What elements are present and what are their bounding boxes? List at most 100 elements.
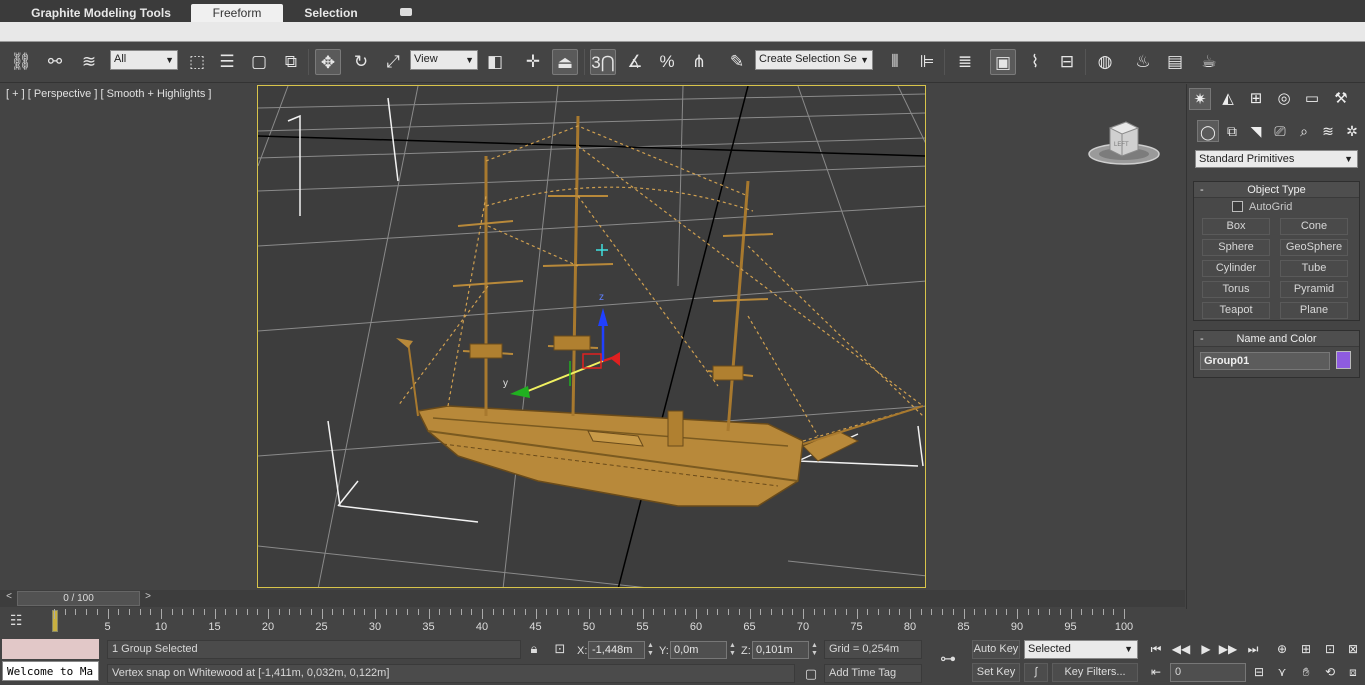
orbit-icon[interactable]: ⟲ [1320,662,1340,682]
autogrid-checkbox[interactable]: AutoGrid [1232,201,1292,213]
time-slider-prev-button[interactable]: < [2,591,16,606]
viewport-label[interactable]: [ + ] [ Perspective ] [ Smooth + Highlig… [6,88,211,100]
time-tag-icon[interactable]: ▢ [803,666,819,682]
render-production-icon[interactable]: ☕ [1196,49,1222,75]
current-frame-field[interactable]: 0 [1170,663,1246,682]
select-and-rotate-icon[interactable]: ↻ [348,49,374,75]
snaps-toggle-icon[interactable]: 3⋂ [590,49,616,75]
align-icon[interactable]: ⊫ [914,49,940,75]
space-warps-icon[interactable]: ≋ [1317,120,1339,142]
x-spinner[interactable]: ▲ ▼ [647,642,655,658]
absolute-mode-icon[interactable]: ⊡ [552,641,568,657]
z-spinner[interactable]: ▲ ▼ [811,642,819,658]
selection-filter-dropdown[interactable]: All ▼ [110,50,178,70]
y-spinner[interactable]: ▲ ▼ [729,642,737,658]
motion-tab-icon[interactable]: ◎ [1273,88,1295,110]
object-color-swatch[interactable] [1336,351,1351,369]
go-to-start-icon[interactable]: ⏮ [1146,639,1166,659]
tube-button[interactable]: Tube [1280,260,1348,277]
x-coordinate-field[interactable]: -1,448m [588,641,645,659]
maxscript-listener-output[interactable] [2,639,99,659]
z-coordinate-field[interactable]: 0,101m [752,641,809,659]
auto-key-button[interactable]: Auto Key [972,640,1020,659]
geosphere-button[interactable]: GeoSphere [1280,239,1348,256]
name-and-color-header[interactable]: - Name and Color [1194,331,1359,347]
cameras-icon[interactable]: ⎚ [1269,120,1291,142]
maxscript-mini-listener[interactable]: Welcome to Ma [2,661,99,681]
named-selection-set-dropdown[interactable]: Create Selection Se ▼ [755,50,873,70]
time-slider-next-button[interactable]: > [141,591,155,606]
angle-snap-icon[interactable]: ∡ [622,49,648,75]
lights-icon[interactable]: ◥ [1245,120,1267,142]
torus-button[interactable]: Torus [1202,281,1270,298]
tab-selection[interactable]: Selection [292,4,370,22]
schematic-view-icon[interactable]: ⊟ [1054,49,1080,75]
select-and-move-icon[interactable]: ✥ [315,49,341,75]
unlink-icon[interactable]: ⚯ [42,49,68,75]
modify-tab-icon[interactable]: ◭ [1217,88,1239,110]
rendered-frame-window-icon[interactable]: ▤ [1162,49,1188,75]
render-setup-icon[interactable]: ♨ [1130,49,1156,75]
field-of-view-icon[interactable]: ⋎ [1272,662,1292,682]
track-bar[interactable]: ☷ 5 10 15 20 25 30 35 40 45 50 55 60 65 70 75 80 85 90 95 1… [0,607,1185,637]
tab-graphite-modeling-tools[interactable]: Graphite Modeling Tools [26,4,176,22]
select-and-scale-icon[interactable]: ⤢ [380,49,406,75]
box-button[interactable]: Box [1202,218,1270,235]
set-key-mode-key-icon[interactable]: ⊶ [930,649,966,669]
default-in-out-tangents-icon[interactable]: ∫ [1024,663,1048,682]
previous-frame-icon[interactable]: ◀◀ [1171,639,1191,659]
window-crossing-icon[interactable]: ⧉ [278,49,304,75]
go-to-end-icon[interactable]: ⏭ [1243,639,1263,659]
layer-manager-icon[interactable]: ≣ [952,49,978,75]
set-key-button[interactable]: Set Key [972,663,1020,682]
zoom-extents-all-icon[interactable]: ⊠ [1343,639,1363,659]
pivot-center-icon[interactable]: ◧ [482,49,508,75]
graphite-ribbon-icon[interactable]: ▣ [990,49,1016,75]
helpers-icon[interactable]: ⌕ [1293,120,1315,142]
edit-named-selection-icon[interactable]: ✎ [724,49,750,75]
sphere-button[interactable]: Sphere [1202,239,1270,256]
cylinder-button[interactable]: Cylinder [1202,260,1270,277]
key-mode-dropdown[interactable]: Selected ▼ [1024,640,1138,659]
plane-button[interactable]: Plane [1280,302,1348,319]
spinner-snap-icon[interactable]: ⋔ [686,49,712,75]
pan-view-icon[interactable]: ✋︎ [1296,662,1316,682]
key-mode-toggle-icon[interactable]: ⇤ [1146,662,1166,682]
cone-button[interactable]: Cone [1280,218,1348,235]
material-editor-icon[interactable]: ◍ [1092,49,1118,75]
viewcube[interactable]: LEFT [1088,118,1168,168]
link-icon[interactable]: ⛓ [8,49,34,75]
reference-coordinate-dropdown[interactable]: View ▼ [410,50,478,70]
mini-curve-editor-icon[interactable]: ☷ [10,612,32,632]
time-configuration-icon[interactable]: ⊟ [1249,662,1269,682]
zoom-all-icon[interactable]: ⊞ [1296,639,1316,659]
percent-snap-icon[interactable]: % [654,49,680,75]
pyramid-button[interactable]: Pyramid [1280,281,1348,298]
geometry-icon[interactable]: ◯ [1197,120,1219,142]
select-by-name-icon[interactable]: ☰ [214,49,240,75]
y-coordinate-field[interactable]: 0,0m [670,641,727,659]
add-time-tag-button[interactable]: Add Time Tag [824,664,922,683]
maximize-viewport-icon[interactable]: ⧈ [1343,662,1363,682]
create-tab-icon[interactable]: ✷ [1189,88,1211,110]
object-name-field[interactable]: Group01 [1200,352,1330,370]
display-tab-icon[interactable]: ▭ [1301,88,1323,110]
tab-freeform[interactable]: Freeform [191,4,283,22]
object-category-dropdown[interactable]: Standard Primitives ▼ [1195,150,1358,168]
utilities-tab-icon[interactable]: ⚒ [1330,88,1352,110]
zoom-icon[interactable]: ⊕ [1272,639,1292,659]
mirror-icon[interactable]: ⫴ [882,49,908,75]
time-slider-thumb[interactable]: 0 / 100 [17,591,140,606]
systems-icon[interactable]: ✲ [1341,120,1363,142]
perspective-viewport[interactable]: z y [257,85,926,588]
select-and-manipulate-icon[interactable]: ✛ [520,49,546,75]
zoom-extents-icon[interactable]: ⊡ [1320,639,1340,659]
rectangular-selection-icon[interactable]: ▢ [246,49,272,75]
next-frame-icon[interactable]: ▶▶ [1218,639,1238,659]
lock-selection-icon[interactable]: 🔒︎ [527,641,541,657]
ribbon-toggle-button[interactable] [400,8,412,16]
object-type-header[interactable]: - Object Type [1194,182,1359,198]
teapot-button[interactable]: Teapot [1202,302,1270,319]
play-icon[interactable]: ▶ [1196,639,1216,659]
key-filters-button[interactable]: Key Filters... [1052,663,1138,682]
